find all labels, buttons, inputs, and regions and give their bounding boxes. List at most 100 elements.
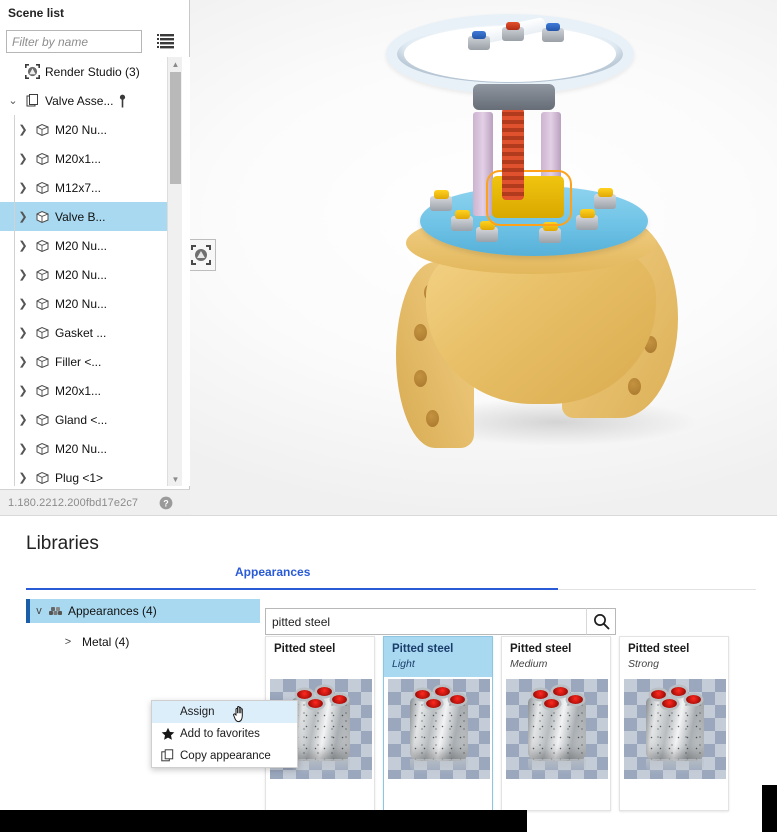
tree-guide-line (14, 289, 15, 318)
thumbnail-pitting (528, 697, 586, 761)
scene-tree-item[interactable]: Render Studio (3) (0, 57, 172, 86)
scene-tree-item-label: Valve Asse... (45, 93, 114, 108)
render-preview-button[interactable] (190, 239, 216, 271)
scrollbar-thumb[interactable] (170, 72, 181, 184)
wheel-bolt-cap (506, 22, 520, 30)
scene-tree-item[interactable]: ❯ M20 Nu... (0, 115, 172, 144)
chevron-right-icon[interactable]: ❯ (14, 152, 32, 165)
appearance-name: Pitted steel (392, 643, 454, 655)
scene-tree-item-label: Gasket ... (55, 325, 107, 340)
scene-tree-item[interactable]: ❯ M20 Nu... (0, 434, 172, 463)
search-input[interactable] (266, 609, 592, 634)
handwheel-hub (473, 84, 555, 110)
chevron-right-icon[interactable]: ❯ (14, 442, 32, 455)
chevron-right-icon[interactable]: ❯ (14, 181, 32, 194)
part-icon (32, 297, 52, 311)
appearances-icon (48, 605, 63, 618)
scene-tree[interactable]: Render Studio (3) ⌄ Valve Asse... ❯ M20 N… (0, 57, 190, 486)
appearance-card[interactable]: Pitted steel Strong (619, 636, 729, 811)
scroll-up-arrow-icon[interactable]: ▲ (168, 57, 183, 71)
appearance-name: Pitted steel (628, 643, 690, 655)
bottom-black-strip (0, 810, 527, 832)
scene-tree-item[interactable]: ❯ M20 Nu... (0, 260, 172, 289)
thumbnail-red-cap (544, 699, 559, 708)
appearance-card-header: Pitted steel Medium (502, 637, 610, 677)
filter-input[interactable] (6, 30, 142, 53)
bonnet-bolt-cap (580, 209, 595, 218)
context-menu-item[interactable]: Add to favorites (152, 723, 297, 745)
chevron-right-icon[interactable]: ❯ (14, 355, 32, 368)
context-menu-item[interactable]: Copy appearance (152, 745, 297, 767)
scene-tree-item[interactable]: ❯ Gland <... (0, 405, 172, 434)
tree-item-label: Appearances (4) (68, 604, 157, 618)
chevron-right-icon[interactable]: ❯ (14, 268, 32, 281)
tab-appearances[interactable]: Appearances (235, 565, 310, 589)
thumbnail-red-cap (686, 695, 701, 704)
scroll-down-arrow-icon[interactable]: ▼ (168, 472, 183, 486)
tree-item-appearances[interactable]: v Appearances (4) (26, 599, 260, 623)
part-icon (32, 123, 52, 137)
libraries-tree: v Appearances (4) > Metal (4) (26, 599, 260, 654)
appearance-card-footer (620, 780, 728, 810)
scene-tree-item[interactable]: ❯ Gasket ... (0, 318, 172, 347)
valve-stem (502, 108, 524, 200)
appearance-card[interactable]: Pitted steel Light (383, 636, 493, 811)
context-menu[interactable]: Assign Add to favorites Copy appearance (151, 700, 298, 768)
context-menu-item[interactable]: Assign (152, 701, 297, 723)
libraries-panel: Libraries Appearances v Appearances (4) … (0, 515, 777, 832)
chevron-right-icon[interactable]: ❯ (14, 123, 32, 136)
chevron-right-icon[interactable]: > (60, 636, 76, 648)
thumbnail-pitting (410, 697, 468, 761)
scene-tree-item[interactable]: ❯ M20 Nu... (0, 289, 172, 318)
context-menu-item-label: Copy appearance (180, 750, 271, 762)
scene-tree-item-label: M20 Nu... (55, 441, 108, 456)
thumbnail-red-cap (415, 690, 430, 699)
appearance-thumbnail (388, 679, 490, 779)
chevron-down-icon[interactable]: v (30, 605, 48, 617)
libraries-tabbar: Appearances (26, 565, 756, 590)
scene-tree-item-label: Filler <... (55, 354, 102, 369)
viewport-3d[interactable] (190, 0, 777, 515)
scene-tree-item[interactable]: ❯ M12x7... (0, 173, 172, 202)
chevron-right-icon[interactable]: ❯ (14, 413, 32, 426)
search-button[interactable] (586, 608, 616, 635)
scene-tree-item[interactable]: ❯ M20 Nu... (0, 231, 172, 260)
part-icon (32, 239, 52, 253)
part-icon (32, 355, 52, 369)
thumbnail-pitting (646, 697, 704, 761)
scene-tree-item[interactable]: ❯ Plug <1> (0, 463, 172, 486)
scene-tree-item[interactable]: ❯ M20x1... (0, 144, 172, 173)
scene-tree-item[interactable]: ❯ M20x1... (0, 376, 172, 405)
appearance-variant: Light (392, 658, 415, 670)
list-options-icon[interactable] (156, 32, 176, 51)
mouse-cursor-icon (232, 704, 250, 727)
chevron-down-icon[interactable]: ⌄ (4, 94, 22, 107)
appearance-card-header: Pitted steel Light (384, 637, 492, 677)
chevron-right-icon[interactable]: ❯ (14, 239, 32, 252)
scene-tree-item[interactable]: ❯ Filler <... (0, 347, 172, 376)
tree-guide-line (14, 347, 15, 376)
tree-item-metal[interactable]: > Metal (4) (26, 630, 260, 654)
appearance-card-footer (384, 780, 492, 810)
tree-guide-line (14, 434, 15, 463)
scene-tree-scrollbar[interactable]: ▲ ▼ (167, 57, 182, 486)
scene-tree-item-label: M12x7... (55, 180, 102, 195)
chevron-right-icon[interactable]: ❯ (14, 384, 32, 397)
chevron-right-icon[interactable]: ❯ (14, 210, 32, 223)
appearance-card-header: Pitted steel Strong (620, 637, 728, 677)
chevron-right-icon[interactable]: ❯ (14, 471, 32, 484)
chevron-right-icon[interactable]: ❯ (14, 326, 32, 339)
part-icon (32, 442, 52, 456)
scene-tree-item[interactable]: ❯ Valve B... (0, 202, 172, 231)
search-box[interactable] (265, 608, 615, 635)
thumbnail-red-cap (426, 699, 441, 708)
chevron-right-icon[interactable]: ❯ (14, 297, 32, 310)
help-icon[interactable]: ? (159, 496, 173, 513)
part-icon (32, 471, 52, 485)
tree-guide-line (14, 318, 15, 347)
appearance-card[interactable]: Pitted steel Medium (501, 636, 611, 811)
scene-tree-item[interactable]: ⌄ Valve Asse... (0, 86, 172, 115)
pin-icon[interactable] (119, 94, 126, 112)
scene-tree-item-label: M20 Nu... (55, 122, 108, 137)
thumbnail-red-cap (662, 699, 677, 708)
